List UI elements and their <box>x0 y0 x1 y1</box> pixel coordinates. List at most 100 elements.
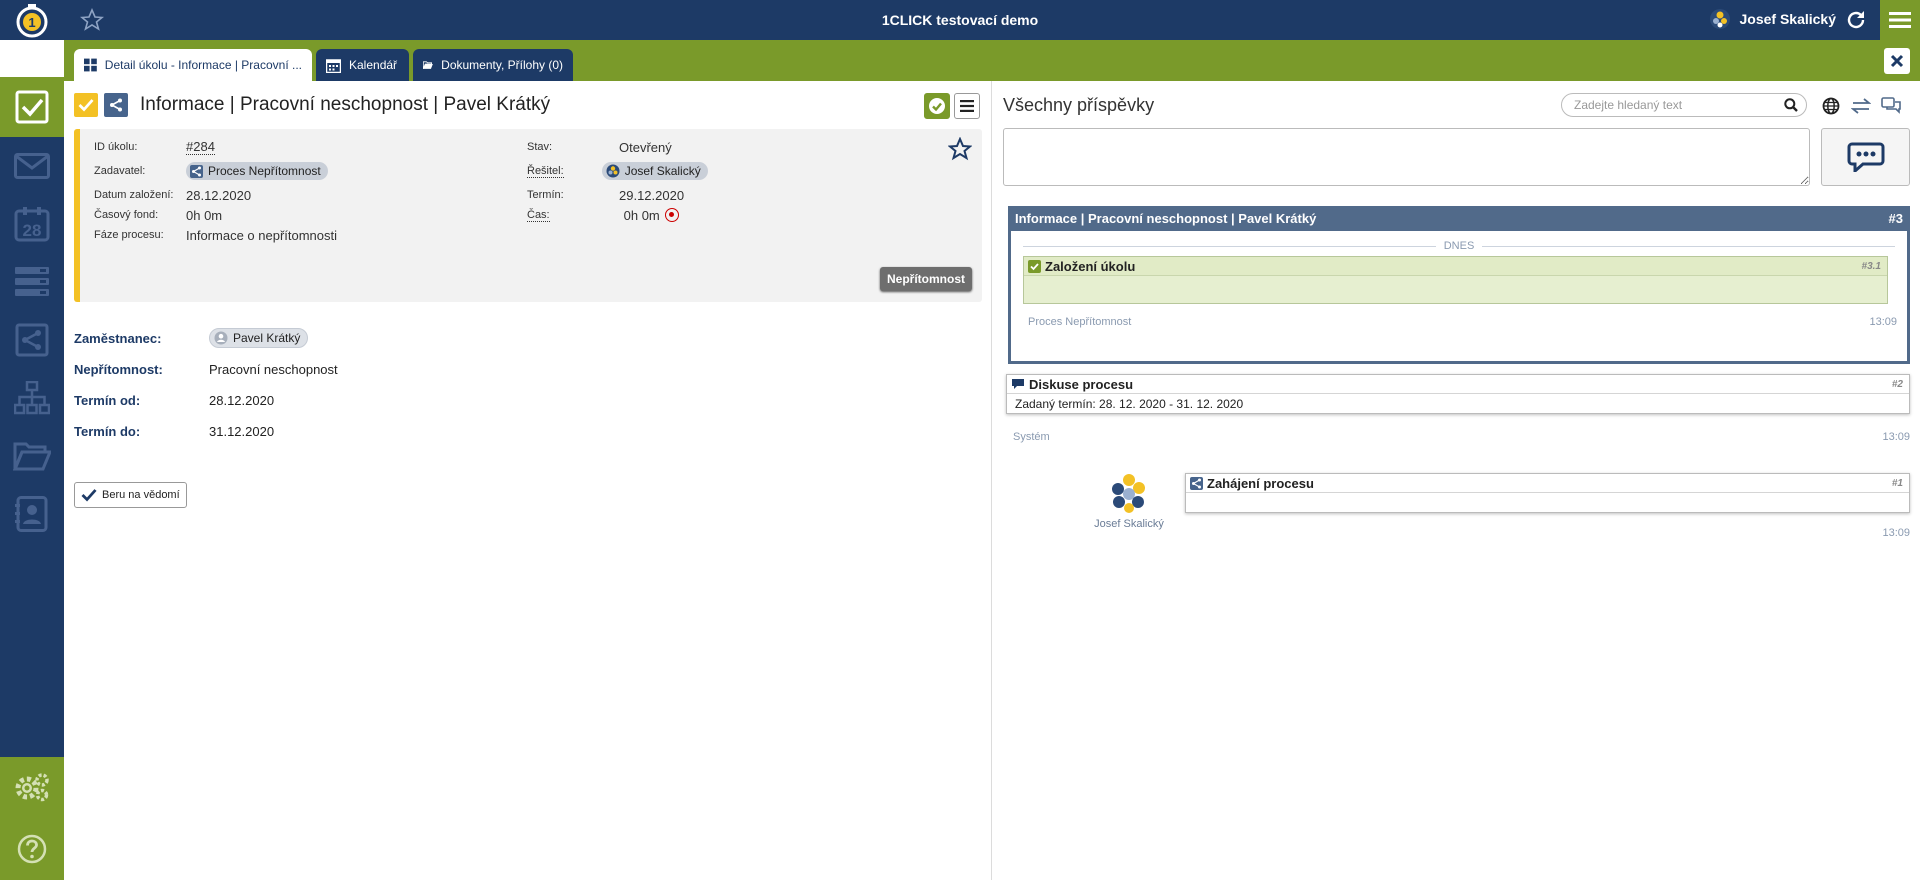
info-phase-row: Fáze procesu: Informace o nepřítomnosti <box>94 225 337 245</box>
task-id-link[interactable]: #284 <box>186 139 215 155</box>
field-date-to: Termín do: 31.12.2020 <box>74 419 274 443</box>
task-title: Informace | Pracovní neschopnost | Pavel… <box>140 94 551 115</box>
sidebar-item-lists[interactable] <box>0 253 64 311</box>
hamburger-menu-icon[interactable] <box>1880 0 1920 40</box>
info-label[interactable]: Čas: <box>527 209 550 222</box>
info-label: Zadavatel: <box>94 165 146 177</box>
info-label: Časový fond: <box>94 209 159 221</box>
info-requester-row: Zadavatel: Proces Nepřítomnost <box>94 161 328 181</box>
field-label: Termín do: <box>74 423 141 439</box>
search-icon[interactable] <box>1784 98 1798 112</box>
task-created-message[interactable]: Založení úkolu #3.1 <box>1023 256 1888 304</box>
info-id-row: ID úkolu: #284 <box>94 137 215 157</box>
tab-label: Dokumenty, Přílohy (0) <box>441 58 563 72</box>
field-value: 31.12.2020 <box>209 423 275 439</box>
chat-bubble-icon <box>1847 142 1884 172</box>
category-button[interactable]: Nepřítomnost <box>880 267 972 291</box>
check-icon <box>81 489 97 502</box>
refresh-icon[interactable] <box>1844 8 1868 32</box>
current-user[interactable]: Josef Skalický <box>1709 8 1836 30</box>
deadline: 29.12.2020 <box>619 187 685 203</box>
org-chart-icon <box>14 381 50 415</box>
sidebar-item-contacts[interactable] <box>0 485 64 543</box>
discussion-time: 13:09 <box>1882 431 1910 443</box>
message-title: Založení úkolu <box>1045 258 1136 274</box>
start-time: 13:09 <box>1882 527 1910 539</box>
person-icon <box>214 331 228 345</box>
task-menu-button[interactable] <box>954 93 980 119</box>
sidebar-item-calendar[interactable]: 28 <box>0 195 64 253</box>
field-value: Pracovní neschopnost <box>209 361 338 377</box>
discussion-author: Systém <box>1013 431 1050 443</box>
speech-bubble-icon <box>1012 379 1024 389</box>
tab-label: Kalendář <box>349 58 398 72</box>
tab-calendar[interactable]: Kalendář <box>316 49 409 81</box>
thread-number: #3 <box>1888 211 1903 226</box>
author-name: Josef Skalický <box>1094 518 1164 530</box>
check-circle-icon <box>929 98 945 114</box>
sidebar-item-help[interactable] <box>0 819 64 879</box>
process-icon <box>15 323 49 357</box>
new-post-input[interactable] <box>1003 128 1810 186</box>
field-label: Termín od: <box>74 392 141 408</box>
sidebar-item-processes[interactable] <box>0 311 64 369</box>
task-status-check-icon[interactable] <box>74 93 98 117</box>
globe-icon[interactable] <box>1820 95 1842 117</box>
sidebar-item-settings[interactable] <box>0 757 64 817</box>
complete-task-button[interactable] <box>924 93 950 119</box>
send-post-button[interactable] <box>1821 128 1910 186</box>
contact-card-icon <box>15 496 48 532</box>
app-title: 1CLICK testovací demo <box>881 12 1039 28</box>
user-name: Josef Skalický <box>1739 11 1836 27</box>
requester-name: Proces Nepřítomnost <box>208 164 321 178</box>
sort-arrows-icon[interactable] <box>1850 95 1872 117</box>
field-employee: Zaměstnanec: Pavel Krátký <box>74 326 309 350</box>
info-time-fund-row: Časový fond: 0h 0m <box>94 205 222 225</box>
info-label[interactable]: Řešitel: <box>527 165 564 178</box>
sidebar-item-messages[interactable] <box>0 137 64 195</box>
card-number: #2 <box>1891 378 1903 390</box>
close-icon[interactable] <box>1884 48 1910 74</box>
sidebar-item-organization[interactable] <box>0 369 64 427</box>
card-title: Zahájení procesu <box>1207 475 1314 491</box>
card-header: Diskuse procesu #2 <box>1007 375 1909 394</box>
calendar-day: 28 <box>23 221 42 240</box>
info-label: Stav: <box>527 141 553 153</box>
created-date: 28.12.2020 <box>186 187 252 203</box>
process-discussion-card[interactable]: Diskuse procesu #2 Zadaný termín: 28. 12… <box>1006 374 1910 414</box>
calendar-icon <box>326 58 341 73</box>
record-time-icon[interactable] <box>664 208 679 222</box>
employee-chip[interactable]: Pavel Krátký <box>209 328 309 348</box>
tab-documents[interactable]: Dokumenty, Přílohy (0) <box>413 49 573 81</box>
day-separator-label: DNES <box>1443 240 1475 252</box>
card-header: Zahájení procesu #1 <box>1186 474 1909 493</box>
message-number: #3.1 <box>1861 260 1881 272</box>
requester-chip[interactable]: Proces Nepřítomnost <box>186 162 328 180</box>
info-label: Datum založení: <box>94 189 174 201</box>
hamburger-icon <box>960 100 974 112</box>
posts-panel: Všechny příspěvky Informace | Pracovní n… <box>993 81 1920 880</box>
search-input[interactable] <box>1574 98 1784 112</box>
sidebar-item-tasks[interactable] <box>0 77 64 137</box>
process-start-card[interactable]: Zahájení procesu #1 <box>1185 473 1910 513</box>
field-label: Zaměstnanec: <box>74 330 162 346</box>
info-label: Fáze procesu: <box>94 229 164 241</box>
user-avatar-icon <box>1710 9 1731 29</box>
favorite-star-icon[interactable] <box>947 136 973 161</box>
author-avatar-icon[interactable] <box>1105 469 1153 517</box>
process-icon <box>104 93 128 117</box>
field-date-from: Termín od: 28.12.2020 <box>74 388 274 412</box>
user-avatar-icon <box>606 164 620 178</box>
sidebar-item-documents[interactable] <box>0 427 64 485</box>
info-time-row: Čas: 0h 0m <box>527 205 679 225</box>
acknowledge-button[interactable]: Beru na vědomí <box>74 482 187 508</box>
thread-header[interactable]: Informace | Pracovní neschopnost | Pavel… <box>1008 206 1910 231</box>
message-header: Založení úkolu #3.1 <box>1024 257 1887 276</box>
top-bar: 1 1CLICK testovací demo Josef Skalický <box>0 0 1920 40</box>
info-label: ID úkolu: <box>94 141 138 153</box>
solver-chip[interactable]: Josef Skalický <box>601 162 708 180</box>
comments-icon[interactable] <box>1880 95 1902 117</box>
tab-task-detail[interactable]: Detail úkolu - Informace | Pracovní ... <box>74 49 312 81</box>
task-state: Otevřený <box>619 139 672 155</box>
checkbox-checked-icon <box>1028 259 1041 273</box>
